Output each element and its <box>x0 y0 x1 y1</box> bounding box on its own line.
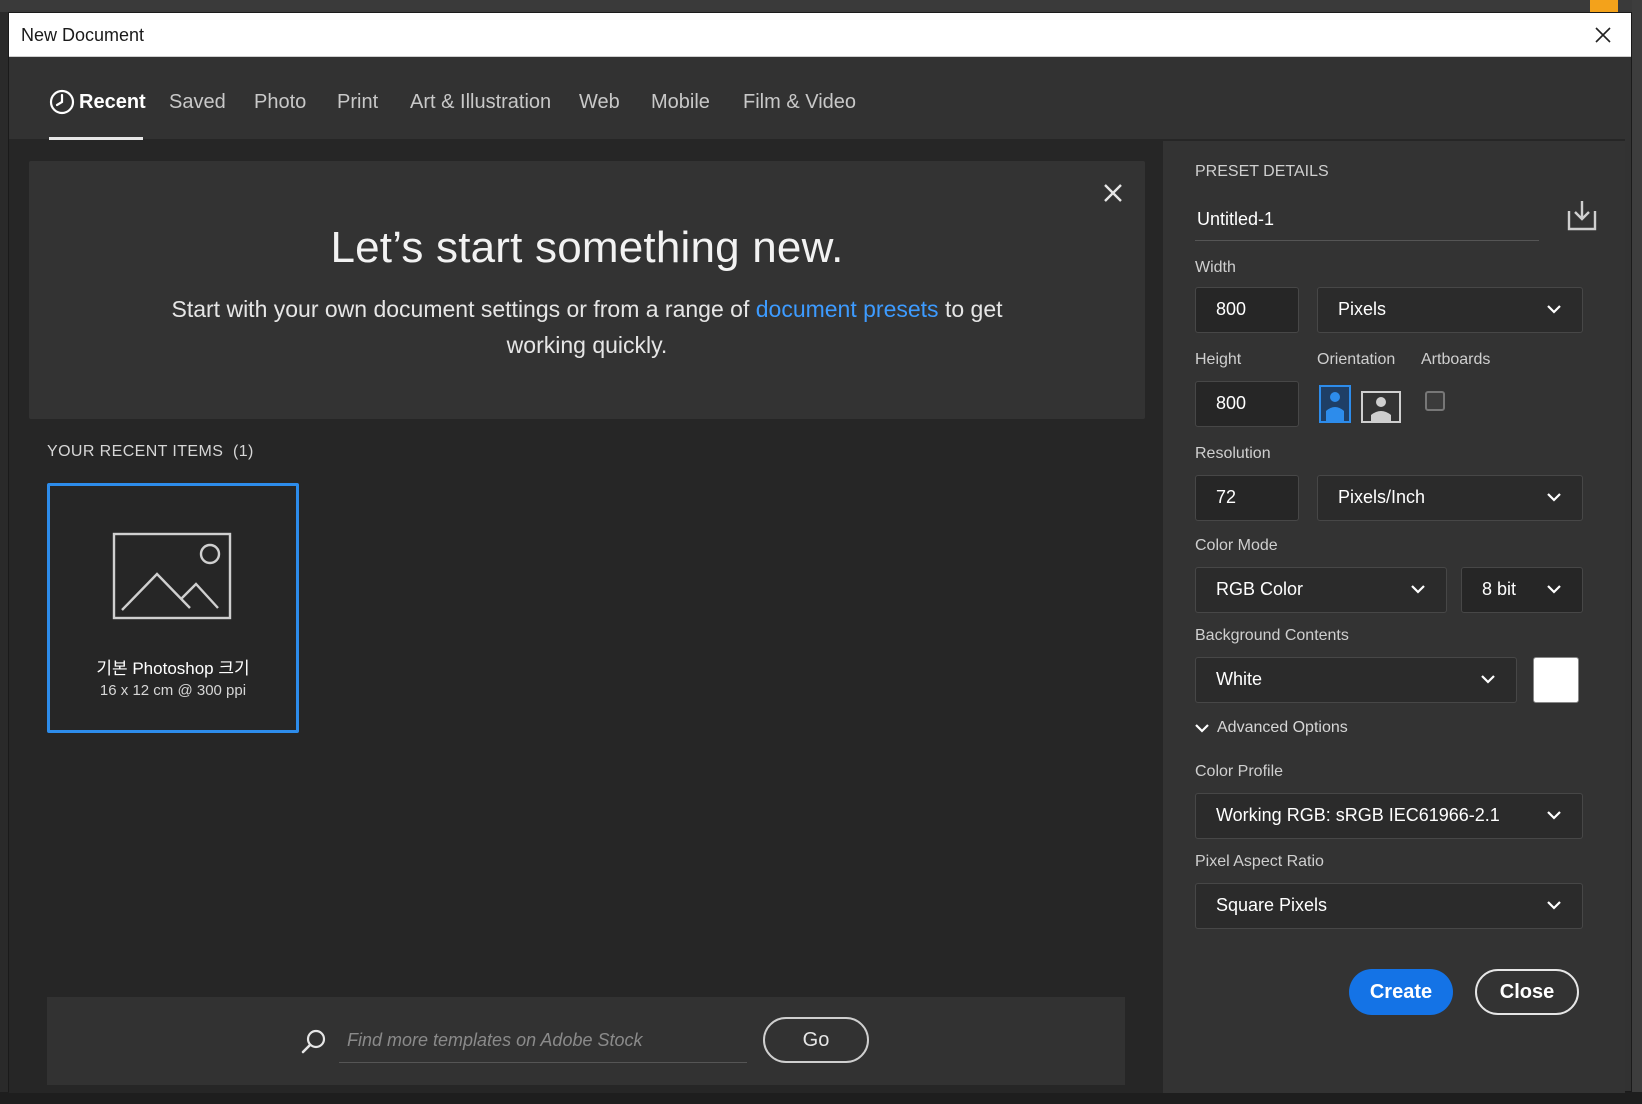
advanced-options-label: Advanced Options <box>1217 719 1348 736</box>
color-mode-value: RGB Color <box>1216 579 1304 599</box>
chevron-down-icon <box>1547 493 1561 502</box>
recent-item-card[interactable]: 기본 Photoshop 크기 16 x 12 cm @ 300 ppi <box>47 483 299 733</box>
tab-photo[interactable]: Photo <box>254 91 306 141</box>
window-title: New Document <box>21 25 145 45</box>
bit-depth-select[interactable]: 8 bit <box>1461 567 1583 613</box>
artboards-label: Artboards <box>1421 351 1491 368</box>
tab-mobile[interactable]: Mobile <box>651 91 710 141</box>
resolution-unit-select[interactable]: Pixels/Inch <box>1317 475 1583 521</box>
main-panel: Let’s start something new. Start with yo… <box>9 141 1163 1093</box>
color-profile-value: Working RGB: sRGB IEC61966-2.1 <box>1216 805 1500 825</box>
chevron-down-icon <box>1411 585 1425 594</box>
tab-art-illustration[interactable]: Art & Illustration <box>410 91 551 141</box>
tab-film-video[interactable]: Film & Video <box>743 91 856 141</box>
chevron-down-icon <box>1547 585 1561 594</box>
stock-search-bar: Go <box>47 997 1125 1085</box>
width-unit-value: Pixels <box>1338 299 1387 319</box>
chevron-down-icon <box>1547 305 1561 314</box>
pixel-aspect-label: Pixel Aspect Ratio <box>1195 853 1324 870</box>
search-icon <box>301 1029 326 1054</box>
image-placeholder-icon <box>112 532 232 620</box>
color-profile-label: Color Profile <box>1195 763 1284 780</box>
height-input[interactable]: 800 <box>1195 381 1299 427</box>
artboards-checkbox[interactable] <box>1425 391 1445 411</box>
document-presets-link[interactable]: document presets <box>756 296 939 322</box>
tab-print[interactable]: Print <box>337 91 378 141</box>
pixel-aspect-select[interactable]: Square Pixels <box>1195 883 1583 929</box>
advanced-options-toggle[interactable]: Advanced Options <box>1195 719 1348 737</box>
width-label: Width <box>1195 259 1236 276</box>
resolution-input[interactable]: 72 <box>1195 475 1299 521</box>
create-button[interactable]: Create <box>1349 969 1453 1015</box>
new-document-dialog: New Document Recent Saved Photo Print Ar… <box>8 12 1632 1093</box>
chevron-down-icon <box>1547 901 1561 910</box>
background-color-swatch[interactable] <box>1533 657 1579 703</box>
color-mode-select[interactable]: RGB Color <box>1195 567 1447 613</box>
chevron-down-icon <box>1195 724 1209 733</box>
preset-tabs: Recent Saved Photo Print Art & Illustrat… <box>9 57 1625 141</box>
color-profile-select[interactable]: Working RGB: sRGB IEC61966-2.1 <box>1195 793 1583 839</box>
document-name-field[interactable]: Untitled-1 <box>1195 201 1539 241</box>
tab-saved[interactable]: Saved <box>169 91 226 141</box>
background-app-panel <box>1632 0 1642 1104</box>
resolution-label: Resolution <box>1195 445 1271 462</box>
recent-heading-label: YOUR RECENT ITEMS <box>47 443 224 460</box>
color-mode-label: Color Mode <box>1195 537 1278 554</box>
background-app-strip <box>0 0 1642 12</box>
title-bar: New Document <box>9 13 1631 57</box>
stock-search-input[interactable] <box>339 1019 747 1063</box>
tab-web[interactable]: Web <box>579 91 620 141</box>
resolution-unit-value: Pixels/Inch <box>1338 487 1426 507</box>
chevron-down-icon <box>1547 811 1561 820</box>
welcome-text-start: Start with your own document settings or… <box>171 296 756 322</box>
background-contents-select[interactable]: White <box>1195 657 1517 703</box>
width-input[interactable]: 800 <box>1195 287 1299 333</box>
close-banner-icon[interactable] <box>1101 181 1125 205</box>
preset-details-heading: PRESET DETAILS <box>1195 163 1329 180</box>
landscape-orientation-icon[interactable] <box>1361 391 1401 423</box>
chevron-down-icon <box>1481 675 1495 684</box>
tab-recent[interactable]: Recent <box>79 91 146 141</box>
background-app-bottom <box>0 1092 1642 1104</box>
active-tab-indicator <box>49 137 143 140</box>
pixel-aspect-value: Square Pixels <box>1216 895 1328 915</box>
portrait-orientation-icon[interactable] <box>1319 385 1351 423</box>
height-label: Height <box>1195 351 1242 368</box>
width-unit-select[interactable]: Pixels <box>1317 287 1583 333</box>
preset-details-panel: PRESET DETAILS Untitled-1 Width 800 Pixe… <box>1163 141 1625 1093</box>
recent-count: (1) <box>233 443 254 460</box>
save-preset-icon[interactable] <box>1565 199 1599 233</box>
recent-items-heading: YOUR RECENT ITEMS (1) <box>47 443 254 461</box>
background-contents-value: White <box>1216 669 1263 689</box>
go-button[interactable]: Go <box>763 1017 869 1063</box>
bit-depth-value: 8 bit <box>1482 579 1517 599</box>
clock-icon <box>49 89 75 115</box>
orientation-label: Orientation <box>1317 351 1396 368</box>
close-button[interactable]: Close <box>1475 969 1579 1015</box>
close-window-icon[interactable] <box>1589 21 1617 49</box>
background-app-accent <box>1590 0 1618 12</box>
background-contents-label: Background Contents <box>1195 627 1349 644</box>
welcome-banner: Let’s start something new. Start with yo… <box>29 161 1145 419</box>
recent-item-name: 기본 Photoshop 크기 <box>96 659 250 678</box>
welcome-title: Let’s start something new. <box>330 223 844 272</box>
welcome-text: Start with your own document settings or… <box>169 291 1005 363</box>
recent-item-dims: 16 x 12 cm @ 300 ppi <box>99 682 247 699</box>
